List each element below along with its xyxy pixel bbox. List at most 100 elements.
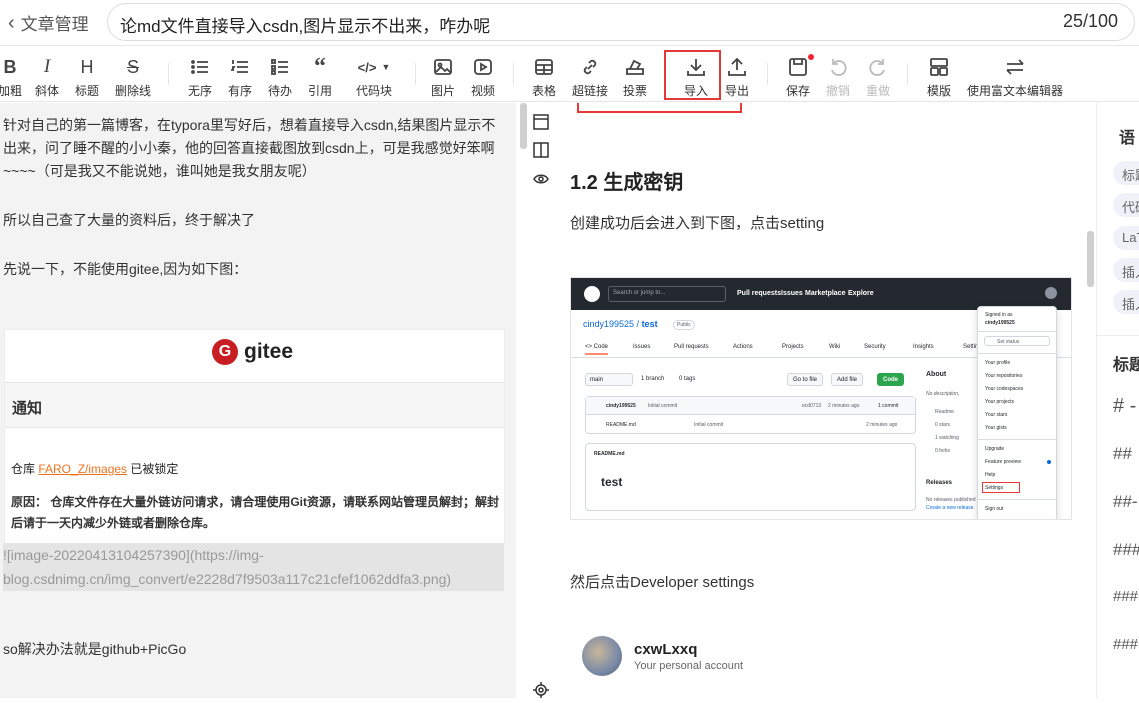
- github-nav-link: Issues: [781, 290, 803, 297]
- github-file-name: README.md: [606, 422, 636, 428]
- github-releases: Releases: [926, 480, 953, 486]
- gitee-screenshot: G gitee 通知 仓库 FARO_Z/images 已被锁定 原因： 仓库文…: [4, 329, 505, 544]
- preview-scrollbar[interactable]: [1087, 231, 1094, 287]
- github-readme-title: README.md: [594, 451, 625, 457]
- quote-label: 引用: [307, 84, 332, 98]
- table-button[interactable]: 表格: [521, 55, 567, 99]
- github-public-badge: Public: [673, 320, 695, 330]
- markdown-editor[interactable]: 针对自己的第一篇博客，在typora里写好后，想着直接导入csdn,结果图片显示…: [0, 103, 516, 698]
- heading-syntax-example: ###: [1113, 588, 1139, 605]
- github-releases-link: Create a new release: [926, 505, 974, 511]
- dropdown-item: Your gists: [985, 425, 1007, 431]
- import-button[interactable]: 导入: [673, 55, 719, 99]
- syntax-chip[interactable]: 标题: [1113, 161, 1139, 185]
- title-input[interactable]: 论md文件直接导入csdn,图片显示不出来，咋办呢 25/100: [107, 3, 1135, 41]
- heading-syntax-example: # -: [1113, 395, 1137, 417]
- toolbar-divider: [415, 63, 416, 85]
- github-repo-separator: /: [634, 319, 642, 329]
- editor-scrollbar[interactable]: [520, 103, 527, 149]
- title-char-count: 25/100: [1062, 11, 1118, 31]
- gitee-logo: G gitee: [212, 339, 293, 365]
- video-button[interactable]: 视频: [460, 55, 506, 99]
- syntax-chip[interactable]: 插入: [1113, 290, 1139, 314]
- redo-icon: [855, 55, 901, 79]
- syntax-panel-title: 语: [1119, 130, 1136, 147]
- richtext-editor-button[interactable]: 使用富文本编辑器: [967, 55, 1063, 99]
- code-block-button[interactable]: </> ▼ 代码块: [348, 55, 400, 99]
- dropdown-item: Your codespaces: [985, 386, 1024, 392]
- title-text[interactable]: 论md文件直接导入csdn,图片显示不出来，咋办呢: [120, 12, 490, 37]
- github-readme-heading: test: [601, 475, 623, 489]
- heading-syntax-example: ##: [1113, 444, 1132, 463]
- github-search: Search or jump to...: [608, 286, 726, 302]
- gitee-name: gitee: [244, 340, 294, 363]
- preview-eye-icon[interactable]: [532, 170, 550, 188]
- github-tab: <> Code: [585, 344, 609, 355]
- editor-paragraph[interactable]: 针对自己的第一篇博客，在typora里写好后，想着直接导入csdn,结果图片显示…: [3, 114, 508, 183]
- strikethrough-label: 删除线: [114, 84, 151, 98]
- github-commit-msg: Initial commit: [648, 403, 678, 409]
- table-label: 表格: [531, 84, 556, 98]
- toolbar-divider: [168, 63, 169, 85]
- github-commit-time: 2 minutes ago: [828, 403, 860, 409]
- github-user-dropdown: Signed in as cindy199525 Set status Your…: [977, 306, 1057, 519]
- strikethrough-button[interactable]: S 删除线: [110, 55, 156, 99]
- vote-icon: [612, 55, 658, 79]
- redo-label: 重做: [865, 84, 890, 98]
- github-logo-icon: [584, 286, 600, 302]
- gitee-logo-icon: G: [212, 339, 238, 365]
- markdown-image-link[interactable]: ![image-20220413104257390](https://img-b…: [3, 543, 504, 591]
- split-view-icon[interactable]: [532, 141, 550, 159]
- template-button[interactable]: 模版: [916, 55, 962, 99]
- vote-button[interactable]: 投票: [612, 55, 658, 99]
- syntax-chip[interactable]: LaT: [1113, 226, 1139, 250]
- heading-syntax-title: 标题: [1113, 357, 1139, 374]
- heading-syntax-example: ###: [1113, 540, 1139, 559]
- link-button[interactable]: 超链接: [567, 55, 613, 99]
- github-repo-owner: cindy199525: [583, 319, 635, 329]
- github-screenshot: Search or jump to... Pull requests Issue…: [570, 277, 1072, 520]
- notice-reason: 原因： 仓库文件存在大量外链访问请求，请合理使用Git资源，请联系网站管理员解封…: [11, 495, 500, 530]
- dropdown-set-status: Set status: [984, 336, 1050, 346]
- back-button[interactable]: ‹ 文章管理: [8, 10, 89, 35]
- editor-paragraph[interactable]: 先说一下，不能使用gitee,因为如下图：: [3, 258, 508, 281]
- editor-paragraph[interactable]: so解决办法就是github+PicGo: [3, 638, 508, 661]
- github-tab: Security: [864, 344, 886, 350]
- preview-image-fragment: [577, 103, 742, 113]
- heading-icon: H: [80, 56, 94, 77]
- github-commit-count: 1 commit: [878, 403, 899, 409]
- notice-repo-prefix: 仓库: [11, 462, 39, 476]
- syntax-chip[interactable]: 代码: [1113, 193, 1139, 217]
- preview-paragraph: 创建成功后会进入到下图，点击setting: [570, 215, 825, 232]
- unsaved-dot: [808, 54, 814, 60]
- quote-button[interactable]: “ 引用: [297, 53, 343, 99]
- quote-icon: “: [314, 53, 326, 80]
- vote-label: 投票: [622, 84, 647, 98]
- github-tab: Projects: [782, 344, 804, 350]
- code-block-label: 代码块: [355, 84, 392, 98]
- link-label: 超链接: [571, 84, 608, 98]
- settings-gear-icon[interactable]: [533, 682, 549, 698]
- dropdown-item: Feature preview: [985, 459, 1021, 465]
- github-about-item: Readme: [935, 409, 954, 415]
- github-file-time: 2 minutes ago: [866, 422, 898, 428]
- dropdown-item: Your projects: [985, 399, 1014, 405]
- template-label: 模版: [926, 84, 951, 98]
- github-avatar: [1045, 287, 1057, 299]
- notice-repo-link: FARO_Z/images: [38, 462, 128, 476]
- dropdown-divider: [978, 499, 1056, 500]
- export-label: 导出: [724, 84, 749, 98]
- editor-paragraph[interactable]: 所以自己查了大量的资料后，终于解决了: [3, 209, 508, 232]
- github-about-desc: No description,: [926, 391, 960, 397]
- heading-button[interactable]: H 标题: [64, 55, 110, 99]
- preview-paragraph: 然后点击Developer settings: [570, 574, 755, 591]
- export-button[interactable]: 导出: [714, 55, 760, 99]
- heading-label: 标题: [74, 84, 99, 98]
- switch-icon: [967, 55, 1063, 79]
- outline-toggle-icon[interactable]: [532, 113, 550, 131]
- redo-button[interactable]: 重做: [855, 55, 901, 99]
- toolbar-divider: [513, 63, 514, 85]
- github-tab: Wiki: [829, 344, 841, 350]
- github-commit-author: cindy199525: [606, 403, 636, 409]
- syntax-chip[interactable]: 插入: [1113, 258, 1139, 282]
